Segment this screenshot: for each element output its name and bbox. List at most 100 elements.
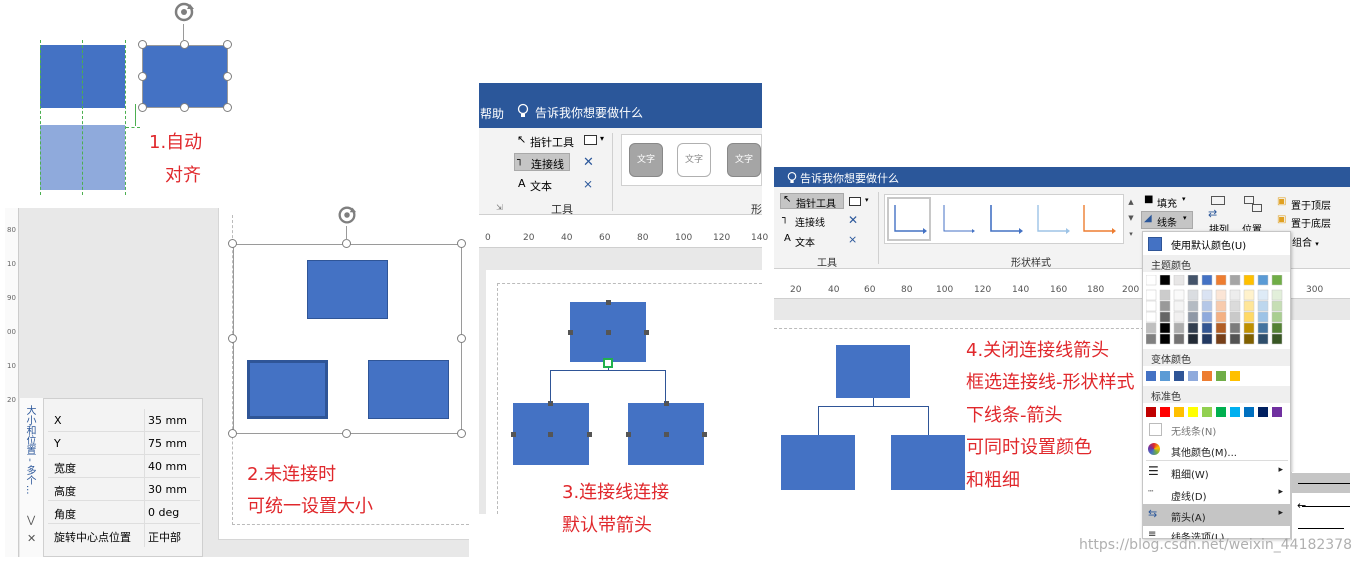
color-swatch[interactable]: [1271, 289, 1283, 301]
color-swatch[interactable]: [1257, 333, 1269, 345]
color-swatch[interactable]: [1146, 371, 1156, 381]
color-swatch[interactable]: [1187, 322, 1199, 334]
standard-color-row[interactable]: [1146, 407, 1288, 417]
color-swatch[interactable]: [1243, 333, 1255, 345]
rectangle-shape-icon[interactable]: [584, 135, 597, 145]
color-swatch[interactable]: [1244, 407, 1254, 417]
connection-point[interactable]: [626, 432, 631, 437]
color-swatch[interactable]: [1201, 300, 1213, 312]
resize-handle[interactable]: [138, 40, 147, 49]
color-swatch[interactable]: [1201, 322, 1213, 334]
color-swatch[interactable]: [1201, 311, 1213, 323]
color-swatch[interactable]: [1187, 289, 1199, 301]
resize-handle[interactable]: [223, 72, 232, 81]
color-swatch[interactable]: [1173, 274, 1185, 286]
color-swatch[interactable]: [1215, 322, 1227, 334]
connection-point[interactable]: [587, 432, 592, 437]
color-swatch[interactable]: [1229, 333, 1241, 345]
size-row-value[interactable]: 35 mm: [148, 414, 187, 427]
color-swatch[interactable]: [1145, 274, 1157, 286]
color-swatch[interactable]: [1187, 333, 1199, 345]
menu-arrows[interactable]: ⇆ 箭头(A) ▸: [1143, 504, 1291, 526]
connector-line[interactable]: [665, 370, 666, 403]
close-icon[interactable]: ✕: [27, 532, 36, 545]
line-style-4[interactable]: [1032, 199, 1072, 239]
line-style-1[interactable]: [887, 197, 931, 241]
connector-line[interactable]: [818, 406, 819, 435]
resize-handle[interactable]: [180, 103, 189, 112]
size-row-value[interactable]: 30 mm: [148, 483, 187, 496]
color-swatch[interactable]: [1257, 289, 1269, 301]
color-swatch[interactable]: [1230, 371, 1240, 381]
shape-top[interactable]: [307, 260, 388, 319]
color-swatch[interactable]: [1215, 333, 1227, 345]
color-swatch[interactable]: [1257, 322, 1269, 334]
line-style-3[interactable]: [985, 199, 1025, 239]
menu-weight[interactable]: ☰ 粗细(W) ▸: [1143, 461, 1291, 483]
tell-me-search[interactable]: 告诉我你想要做什么: [800, 170, 899, 186]
color-swatch[interactable]: [1188, 371, 1198, 381]
color-swatch[interactable]: [1188, 407, 1198, 417]
rotate-handle[interactable]: [172, 0, 196, 24]
color-swatch[interactable]: [1201, 274, 1213, 286]
resize-handle[interactable]: [180, 40, 189, 49]
shape-left[interactable]: [247, 360, 328, 419]
color-swatch[interactable]: [1243, 300, 1255, 312]
chevron-down-icon[interactable]: ▾: [865, 196, 869, 204]
arrow-option-right[interactable]: [1292, 518, 1350, 538]
connector-tool[interactable]: ┐ 连接线: [514, 153, 570, 171]
resize-handle[interactable]: [228, 334, 237, 343]
gallery-scroll[interactable]: ▲ ▼ ▾: [1126, 194, 1136, 244]
resize-handle[interactable]: [138, 103, 147, 112]
resize-handle[interactable]: [228, 429, 237, 438]
resize-handle[interactable]: [223, 103, 232, 112]
position-button[interactable]: 位置: [1240, 196, 1268, 236]
gallery-style-1[interactable]: 文字: [629, 143, 663, 177]
shape-left[interactable]: [781, 435, 855, 490]
color-swatch[interactable]: [1243, 274, 1255, 286]
arrow-option-left[interactable]: ←: [1292, 496, 1350, 516]
color-swatch[interactable]: [1257, 300, 1269, 312]
color-swatch[interactable]: [1173, 289, 1185, 301]
color-swatch[interactable]: [1160, 407, 1170, 417]
color-swatch[interactable]: [1229, 300, 1241, 312]
color-swatch[interactable]: [1187, 274, 1199, 286]
shape-top[interactable]: [836, 345, 910, 398]
color-swatch[interactable]: [1173, 300, 1185, 312]
size-row-value[interactable]: 0 deg: [148, 506, 179, 519]
menu-help[interactable]: 帮助: [480, 105, 504, 122]
connection-point[interactable]: [606, 330, 611, 335]
color-swatch[interactable]: [1187, 300, 1199, 312]
gallery-style-3[interactable]: 文字: [727, 143, 761, 177]
shape-right[interactable]: [368, 360, 449, 419]
line-button[interactable]: ◢ 线条 ▾: [1141, 211, 1193, 229]
shape-rect-selected[interactable]: [143, 46, 227, 107]
color-swatch[interactable]: [1160, 371, 1170, 381]
color-swatch[interactable]: [1159, 322, 1171, 334]
color-swatch[interactable]: [1257, 274, 1269, 286]
color-swatch[interactable]: [1145, 311, 1157, 323]
rotate-handle[interactable]: [336, 204, 358, 226]
color-swatch[interactable]: [1258, 407, 1268, 417]
color-swatch[interactable]: [1272, 407, 1282, 417]
color-swatch[interactable]: [1145, 322, 1157, 334]
color-swatch[interactable]: [1201, 289, 1213, 301]
color-swatch[interactable]: [1159, 333, 1171, 345]
line-style-2[interactable]: [938, 199, 978, 239]
text-tool[interactable]: A 文本: [514, 177, 570, 193]
color-swatch[interactable]: [1215, 311, 1227, 323]
close-icon[interactable]: ✕: [583, 155, 594, 170]
color-swatch[interactable]: [1271, 333, 1283, 345]
resize-handle[interactable]: [342, 429, 351, 438]
color-swatch[interactable]: [1159, 289, 1171, 301]
connection-point[interactable]: [702, 432, 707, 437]
resize-handle[interactable]: [457, 429, 466, 438]
color-swatch[interactable]: [1173, 311, 1185, 323]
color-swatch[interactable]: [1230, 407, 1240, 417]
connector-line[interactable]: [818, 406, 929, 407]
connection-point[interactable]: [664, 432, 669, 437]
connection-point[interactable]: [568, 330, 573, 335]
color-swatch[interactable]: [1229, 322, 1241, 334]
color-swatch[interactable]: [1271, 300, 1283, 312]
color-swatch[interactable]: [1271, 274, 1283, 286]
